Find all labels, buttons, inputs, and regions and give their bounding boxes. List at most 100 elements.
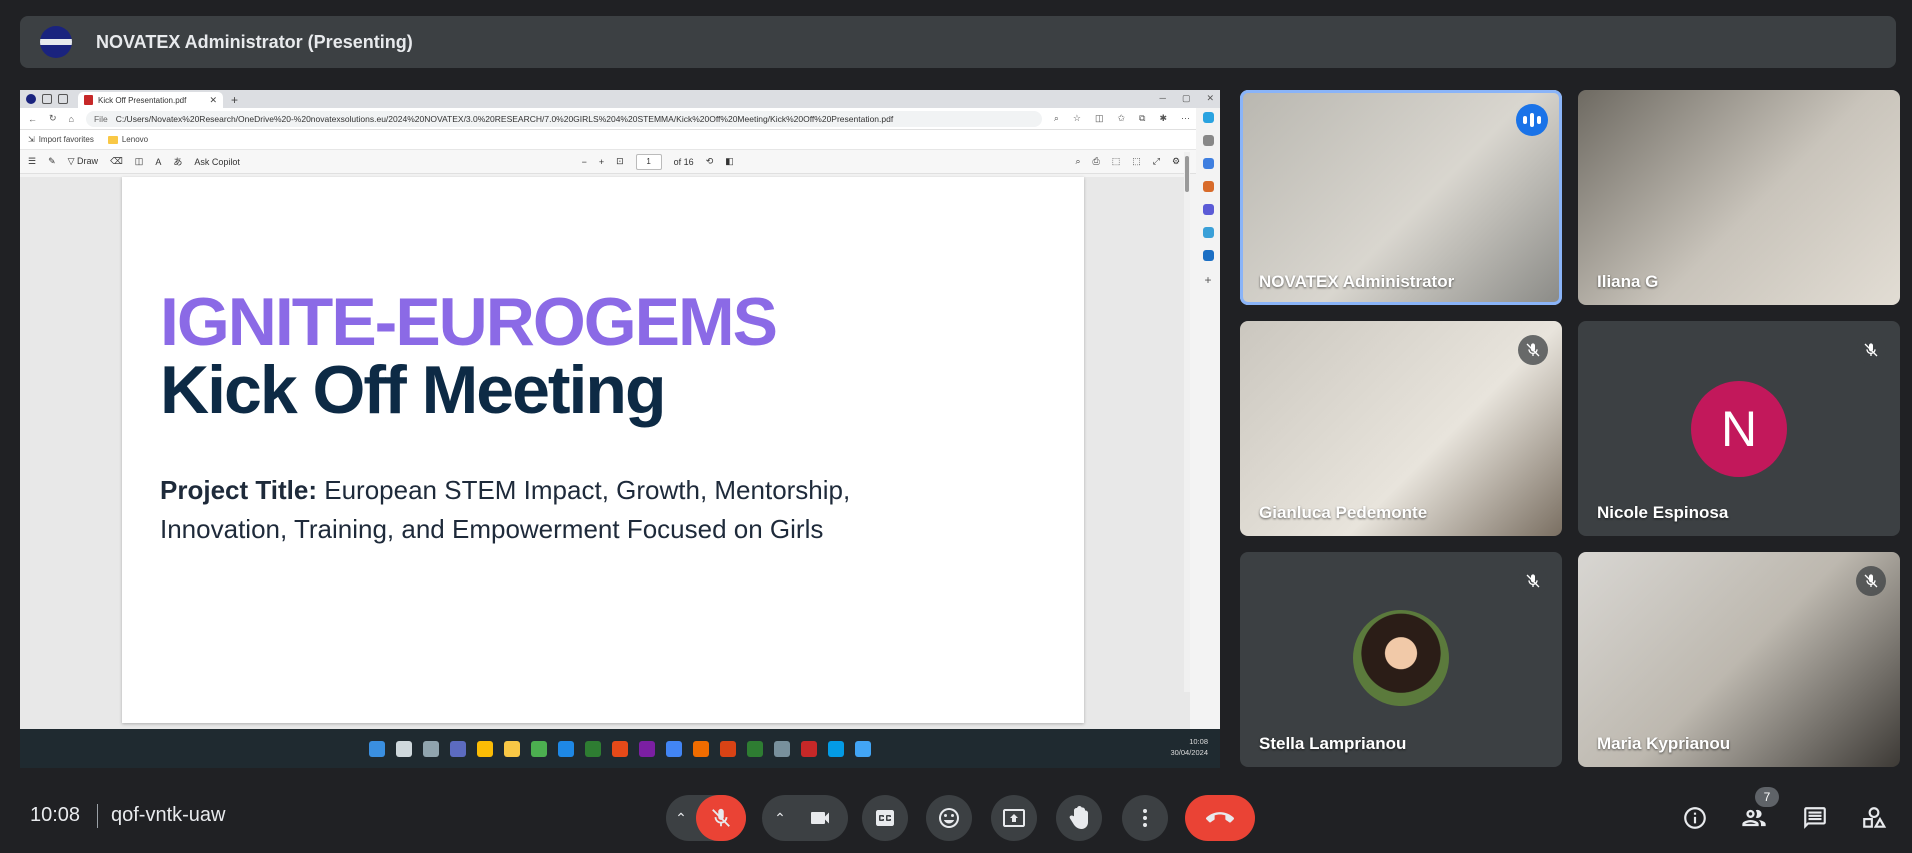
video-options-chevron-icon[interactable]: ⌃ [765, 810, 795, 827]
participant-tile-stella-lamprianou[interactable]: Stella Lamprianou [1240, 552, 1562, 767]
task-view-icon[interactable] [423, 740, 439, 757]
taskbar-time: 10:08 [1189, 737, 1208, 746]
call-end-icon [1206, 812, 1234, 823]
teams-icon[interactable] [450, 740, 466, 757]
workspaces-icon[interactable] [42, 94, 52, 104]
pdf-search-icon[interactable]: ⌕ [1075, 156, 1080, 167]
presenter-bar: NOVATEX Administrator (Presenting) [20, 16, 1896, 68]
taskbar-clock[interactable]: 10:08 30/04/2024 [1170, 736, 1208, 758]
more-options-button[interactable] [1122, 795, 1168, 841]
save-as-icon[interactable]: ⬚ [1132, 156, 1141, 167]
present-to-all-icon [1003, 809, 1025, 827]
app-icon-2[interactable] [855, 740, 871, 757]
lenovo-folder[interactable]: Lenovo [107, 135, 148, 144]
back-icon[interactable]: ← [28, 114, 37, 124]
import-favorites-link[interactable]: ⇲ Import favorites [28, 135, 94, 144]
more-menu-icon[interactable]: ⋯ [1181, 113, 1190, 124]
tab-close-icon[interactable]: ✕ [209, 95, 217, 106]
tools-icon[interactable] [1202, 181, 1214, 192]
participant-tile-gianluca-pedemonte[interactable]: Gianluca Pedemonte [1240, 321, 1562, 536]
split-screen-icon[interactable]: ◫ [1095, 113, 1104, 124]
maximize-icon[interactable]: ▢ [1182, 93, 1191, 104]
contents-icon[interactable]: ☰ [28, 156, 36, 167]
microsoft365-icon[interactable] [1202, 227, 1214, 238]
edge-icon[interactable] [828, 740, 844, 757]
extensions-icon[interactable]: ✱ [1159, 113, 1167, 124]
minimize-icon[interactable]: ─ [1160, 93, 1166, 104]
refresh-icon[interactable]: ↻ [49, 113, 57, 124]
rotate-icon[interactable]: ⟲ [706, 156, 714, 167]
zoom-icon[interactable]: ⌕ [1054, 113, 1059, 124]
sidebar-add-icon[interactable]: + [1204, 273, 1211, 287]
camera-toggle-button[interactable] [795, 806, 845, 830]
highlight-icon[interactable]: ✎ [48, 156, 56, 167]
app-icon-1[interactable] [585, 740, 601, 757]
chat-button[interactable] [1800, 803, 1830, 833]
acrobat-icon[interactable] [801, 740, 817, 757]
save-icon[interactable]: ⬚ [1112, 156, 1121, 167]
chrome-alt-icon[interactable] [693, 740, 709, 757]
captions-button[interactable] [862, 795, 908, 841]
activities-button[interactable] [1859, 803, 1889, 833]
participant-tile-nicole-espinosa[interactable]: N Nicole Espinosa [1578, 321, 1900, 536]
favorites-icon[interactable]: ✩ [1117, 113, 1125, 124]
favorite-star-icon[interactable]: ☆ [1073, 113, 1081, 124]
excel-icon[interactable] [747, 740, 763, 757]
home-icon[interactable]: ⌂ [69, 114, 74, 124]
audio-options-chevron-icon[interactable]: ⌃ [666, 810, 696, 827]
profile-icon[interactable] [26, 94, 36, 104]
settings-taskbar-icon[interactable] [774, 740, 790, 757]
onenote-icon[interactable] [639, 740, 655, 757]
meeting-details-button[interactable] [1680, 803, 1710, 833]
participant-tile-maria-kyprianou[interactable]: Maria Kyprianou [1578, 552, 1900, 767]
ask-copilot-button[interactable]: Ask Copilot [194, 157, 240, 167]
translate-icon[interactable]: あ [173, 155, 182, 168]
participant-tile-iliana-g[interactable]: Iliana G [1578, 90, 1900, 305]
speaking-indicator-icon [1516, 104, 1548, 136]
new-tab-button[interactable]: + [231, 92, 238, 108]
fit-page-icon[interactable]: ⊡ [616, 156, 624, 167]
url-field[interactable]: File C:/Users/Novatex%20Research/OneDriv… [85, 110, 1042, 127]
page-view-icon[interactable]: ◫ [135, 156, 144, 167]
mic-toggle-button[interactable] [696, 795, 746, 841]
outlook-icon[interactable] [1202, 250, 1214, 261]
games-icon[interactable] [1202, 204, 1214, 215]
powerpoint-icon[interactable] [720, 740, 736, 757]
close-window-icon[interactable]: ✕ [1206, 93, 1214, 104]
participant-tile-novatex-administrator[interactable]: NOVATEX Administrator [1240, 90, 1562, 305]
pdf-settings-icon[interactable]: ⚙ [1172, 156, 1180, 167]
brave-icon[interactable] [612, 740, 628, 757]
people-button[interactable] [1739, 803, 1769, 833]
leave-call-button[interactable] [1185, 795, 1255, 841]
pdf-scrollbar[interactable] [1184, 152, 1190, 692]
present-screen-button[interactable] [991, 795, 1037, 841]
taskbar-search-icon[interactable] [396, 740, 412, 757]
tab-actions-icon[interactable] [58, 94, 68, 104]
collections-icon[interactable]: ⧉ [1139, 113, 1145, 124]
sidebar-search-icon[interactable] [1202, 135, 1214, 146]
pdf-scroll-thumb[interactable] [1185, 156, 1189, 192]
shopping-icon[interactable] [1202, 158, 1214, 169]
draw-button[interactable]: ▽ Draw [68, 156, 98, 167]
outlook-taskbar-icon[interactable] [558, 740, 574, 757]
raise-hand-button[interactable] [1056, 795, 1102, 841]
windows-taskbar: 10:08 30/04/2024 [20, 729, 1220, 768]
pdf-viewer: IGNITE-EUROGEMS Kick Off Meeting Project… [20, 177, 1190, 729]
two-page-icon[interactable]: ◧ [725, 156, 734, 167]
reactions-button[interactable] [926, 795, 972, 841]
store-icon[interactable] [531, 740, 547, 757]
start-icon[interactable] [369, 740, 385, 757]
erase-icon[interactable]: ⌫ [110, 156, 123, 167]
chrome-icon[interactable] [477, 740, 493, 757]
fullscreen-icon[interactable]: ⤢ [1153, 156, 1160, 167]
file-explorer-icon[interactable] [504, 740, 520, 757]
copilot-icon[interactable] [1202, 112, 1214, 123]
browser-tab[interactable]: Kick Off Presentation.pdf ✕ [78, 92, 223, 108]
zoom-in-icon[interactable]: + [599, 157, 604, 167]
chrome-profile-icon[interactable] [666, 740, 682, 757]
read-aloud-icon[interactable]: A [155, 157, 161, 167]
page-number-input[interactable]: 1 [635, 153, 662, 170]
zoom-out-icon[interactable]: − [582, 157, 587, 167]
print-icon[interactable]: ⎙ [1093, 156, 1100, 167]
meeting-code[interactable]: qof-vntk-uaw [111, 804, 226, 827]
